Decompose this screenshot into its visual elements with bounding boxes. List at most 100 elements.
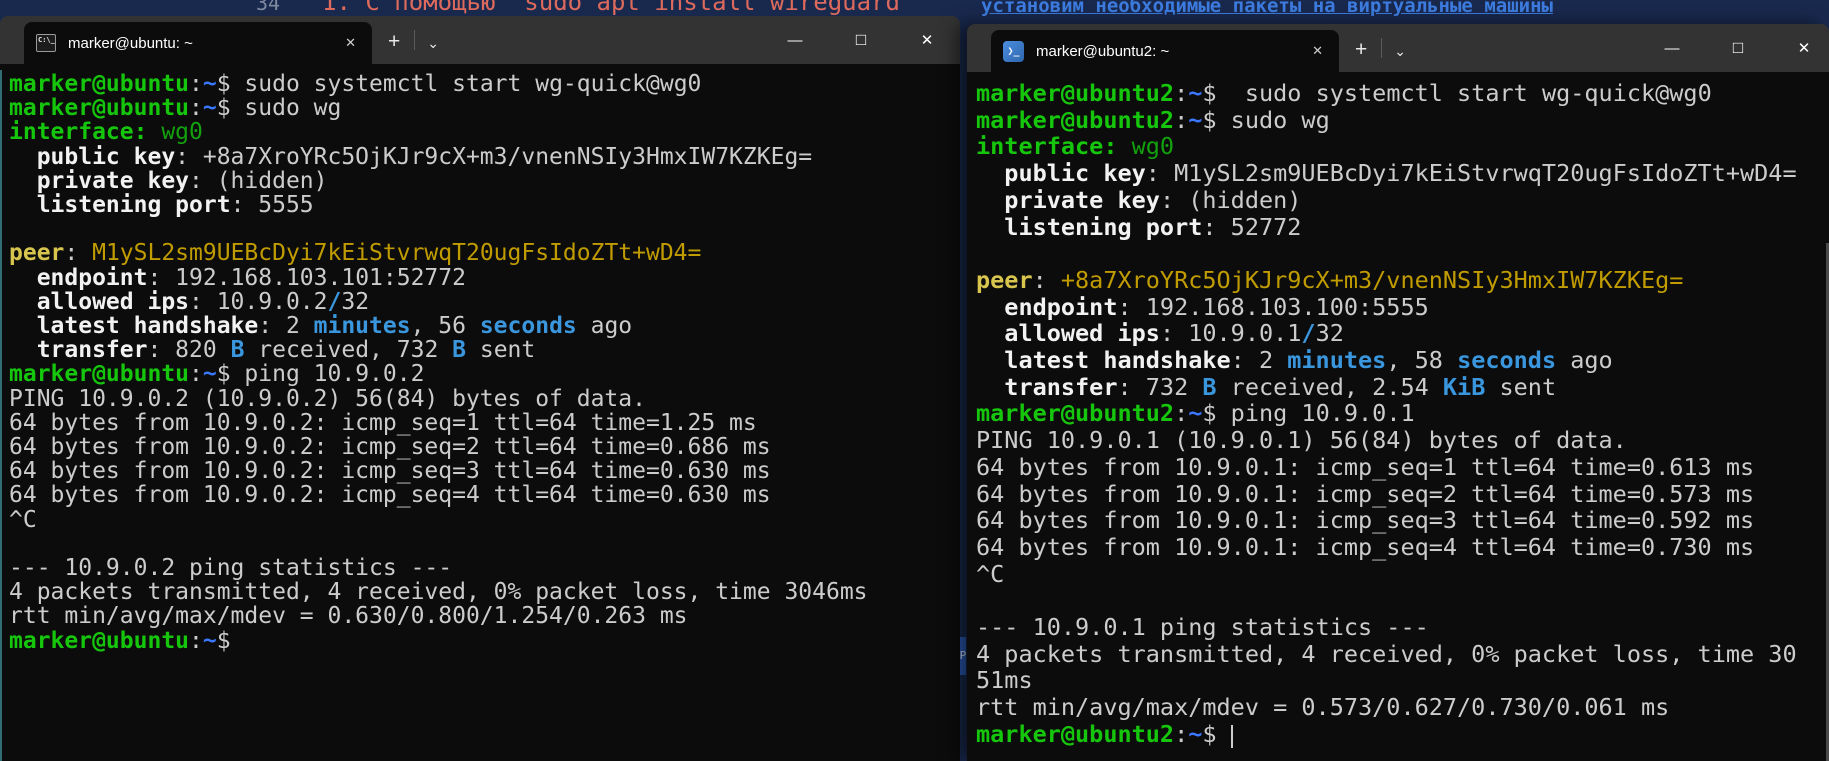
text-segment: PING 10.9.0.1 (10.9.0.1) 56(84) bytes of… xyxy=(976,426,1627,454)
tab-close-button[interactable]: ✕ xyxy=(339,33,362,53)
cmd-icon: C:\_ xyxy=(36,34,56,52)
text-segment: ago xyxy=(1556,346,1613,374)
text-segment: : xyxy=(189,628,203,654)
text-segment: : xyxy=(1174,106,1188,134)
terminal-line: latest handshake: 2 minutes, 58 seconds … xyxy=(976,347,1829,374)
text-segment: : xyxy=(1033,266,1061,294)
text-segment: $ xyxy=(1202,720,1230,748)
text-segment: B xyxy=(1202,373,1216,401)
terminal-line: PING 10.9.0.2 (10.9.0.2) 56(84) bytes of… xyxy=(9,387,960,411)
text-segment: marker@ubuntu2 xyxy=(976,79,1174,107)
tab-bar-divider xyxy=(1381,38,1382,58)
terminal-line: peer: M1ySL2sm9UEBcDyi7kEiStvrwqT20ugFsI… xyxy=(9,241,960,265)
text-segment: received, 732 xyxy=(244,337,452,363)
text-segment: : xyxy=(1174,720,1188,748)
maximize-button[interactable]: □ xyxy=(828,30,894,50)
text-segment: private key xyxy=(976,186,1160,214)
text-segment: PING 10.9.0.2 (10.9.0.2) 56(84) bytes of… xyxy=(9,386,646,412)
text-segment: marker@ubuntu2 xyxy=(976,720,1174,748)
text-segment: listening port xyxy=(9,192,231,218)
text-segment: 64 bytes from 10.9.0.1: icmp_seq=1 ttl=6… xyxy=(976,453,1754,481)
terminal-line: private key: (hidden) xyxy=(9,169,960,193)
terminal-line: interface: wg0 xyxy=(976,133,1829,160)
text-segment: ~ xyxy=(203,628,217,654)
tab-marker-ubuntu2[interactable]: ❯_ marker@ubuntu2: ~ ✕ xyxy=(991,30,1339,72)
text-segment: ^C xyxy=(976,560,1004,588)
terminal-line: marker@ubuntu:~$ sudo systemctl start wg… xyxy=(9,72,960,96)
minimize-button[interactable]: — xyxy=(1639,40,1705,57)
tab-close-button[interactable]: ✕ xyxy=(1306,41,1329,61)
text-segment: latest handshake xyxy=(976,346,1231,374)
text-segment: : (hidden) xyxy=(1160,186,1301,214)
close-button[interactable]: ✕ xyxy=(1771,39,1829,57)
terminal-line: rtt min/avg/max/mdev = 0.573/0.627/0.730… xyxy=(976,694,1829,721)
terminal-output[interactable]: marker@ubuntu2:~$ sudo systemctl start w… xyxy=(967,72,1829,761)
text-segment: : 52772 xyxy=(1202,213,1301,241)
new-tab-button[interactable]: + xyxy=(388,30,400,54)
text-segment: : +8a7XroYRc5OjKJr9cX+m3/vnenNSIy3HmxIW7… xyxy=(175,144,812,170)
text-segment: , 56 xyxy=(411,313,480,339)
text-segment: : M1ySL2sm9UEBcDyi7kEiStvrwqT20ugFsIdoZT… xyxy=(1146,159,1797,187)
terminal-line: interface: wg0 xyxy=(9,120,960,144)
right-terminal-window: ❯_ marker@ubuntu2: ~ ✕ + ⌄ — □ ✕ marker@… xyxy=(967,24,1829,761)
maximize-button[interactable]: □ xyxy=(1705,38,1771,58)
terminal-line: listening port: 5555 xyxy=(9,193,960,217)
text-segment: : xyxy=(189,71,203,97)
text-segment: 4 packets transmitted, 4 received, 0% pa… xyxy=(9,579,868,605)
text-segment: B xyxy=(452,337,466,363)
terminal-line xyxy=(976,240,1829,267)
text-segment: rtt min/avg/max/mdev = 0.573/0.627/0.730… xyxy=(976,693,1669,721)
close-button[interactable]: ✕ xyxy=(894,31,960,49)
text-segment: : 10.9.0.1 xyxy=(1160,319,1301,347)
text-segment: transfer xyxy=(9,337,147,363)
text-segment: : 732 xyxy=(1117,373,1202,401)
terminal-line: 64 bytes from 10.9.0.2: icmp_seq=3 ttl=6… xyxy=(9,459,960,483)
terminal-line: public key: +8a7XroYRc5OjKJr9cX+m3/vnenN… xyxy=(9,145,960,169)
text-segment: public key xyxy=(9,144,175,170)
terminal-line: marker@ubuntu2:~$ sudo wg xyxy=(976,107,1829,134)
text-segment: sent xyxy=(1485,373,1556,401)
text-segment: B xyxy=(231,337,245,363)
text-segment: 64 bytes from 10.9.0.2: icmp_seq=1 ttl=6… xyxy=(9,410,757,436)
text-segment: listening port xyxy=(976,213,1202,241)
terminal-line: private key: (hidden) xyxy=(976,187,1829,214)
text-segment: marker@ubuntu2 xyxy=(976,399,1174,427)
terminal-line: transfer: 820 B received, 732 B sent xyxy=(9,338,960,362)
text-segment: latest handshake xyxy=(9,313,258,339)
text-segment: ^C xyxy=(9,507,37,533)
tab-dropdown-button[interactable]: ⌄ xyxy=(427,35,439,52)
terminal-line: marker@ubuntu2:~$ sudo systemctl start w… xyxy=(976,80,1829,107)
text-segment: minutes xyxy=(314,313,411,339)
editor-line-number: 34 xyxy=(256,0,280,15)
minimize-button[interactable]: — xyxy=(762,32,828,49)
text-segment: 64 bytes from 10.9.0.1: icmp_seq=3 ttl=6… xyxy=(976,506,1754,534)
text-segment: rtt min/avg/max/mdev = 0.630/0.800/1.254… xyxy=(9,603,688,629)
text-segment: interface: xyxy=(9,119,147,145)
text-segment: $ sudo systemctl start wg-quick@wg0 xyxy=(1202,79,1711,107)
terminal-line: allowed ips: 10.9.0.1/32 xyxy=(976,320,1829,347)
text-segment: 64 bytes from 10.9.0.2: icmp_seq=4 ttl=6… xyxy=(9,482,771,508)
window-controls: — □ ✕ xyxy=(1639,24,1829,72)
terminal-line: public key: M1ySL2sm9UEBcDyi7kEiStvrwqT2… xyxy=(976,160,1829,187)
text-segment: endpoint xyxy=(976,293,1117,321)
text-segment: marker@ubuntu xyxy=(9,361,189,387)
editor-code-text: 1. С помощью `sudo apt install wireguard… xyxy=(322,0,914,16)
tab-dropdown-button[interactable]: ⌄ xyxy=(1394,43,1406,60)
terminal-output[interactable]: marker@ubuntu:~$ sudo systemctl start wg… xyxy=(0,64,960,761)
tab-bar-divider xyxy=(414,30,415,50)
text-segment: marker@ubuntu xyxy=(9,71,189,97)
tab-marker-ubuntu[interactable]: C:\_ marker@ubuntu: ~ ✕ xyxy=(24,22,372,64)
terminal-line: marker@ubuntu2:~$ xyxy=(976,721,1829,748)
new-tab-button[interactable]: + xyxy=(1355,38,1367,62)
text-segment: 4 packets transmitted, 4 received, 0% pa… xyxy=(976,640,1797,668)
terminal-line: allowed ips: 10.9.0.2/32 xyxy=(9,290,960,314)
text-segment: : 820 xyxy=(147,337,230,363)
text-segment: : 10.9.0.2 xyxy=(189,289,327,315)
tab-title: marker@ubuntu: ~ xyxy=(68,35,339,52)
text-segment: seconds xyxy=(480,313,577,339)
terminal-line: endpoint: 192.168.103.101:52772 xyxy=(9,266,960,290)
text-segment: --- 10.9.0.2 ping statistics --- xyxy=(9,555,452,581)
terminal-line: 64 bytes from 10.9.0.1: icmp_seq=1 ttl=6… xyxy=(976,454,1829,481)
terminal-line xyxy=(9,217,960,241)
terminal-line: peer: +8a7XroYRc5OjKJr9cX+m3/vnenNSIy3Hm… xyxy=(976,267,1829,294)
